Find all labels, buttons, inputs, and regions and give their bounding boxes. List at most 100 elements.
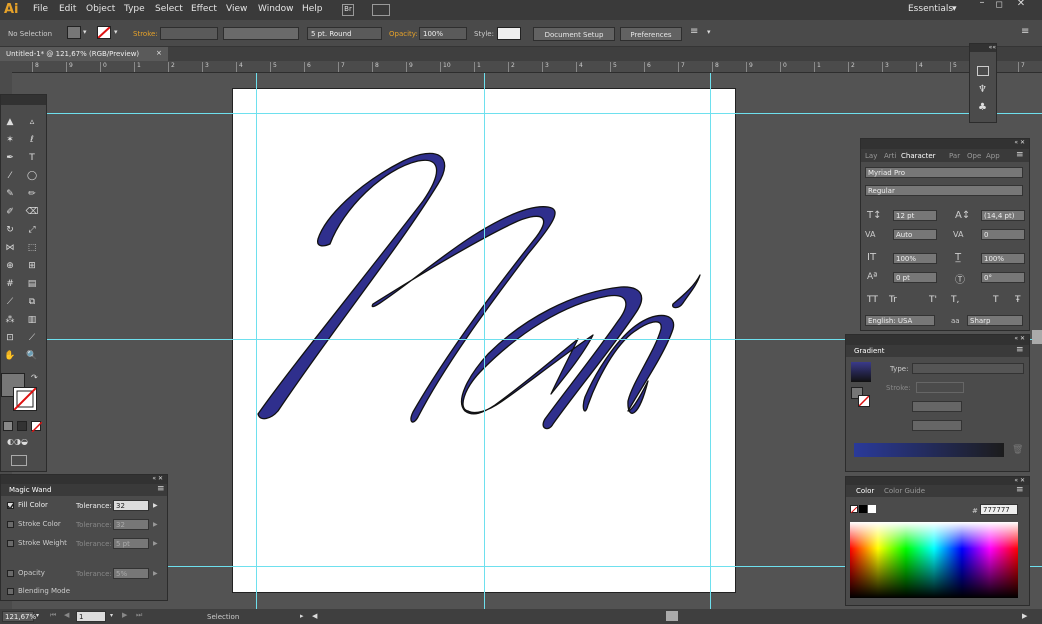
- tracking-field[interactable]: 0: [981, 229, 1025, 240]
- menu-view[interactable]: View: [226, 4, 247, 14]
- menu-select[interactable]: Select: [155, 4, 183, 14]
- tab-artboards[interactable]: Arti: [884, 152, 896, 160]
- tab-color[interactable]: Color: [856, 487, 874, 495]
- tab-gradient[interactable]: Gradient: [854, 347, 884, 355]
- gradient-type-select[interactable]: [912, 363, 1024, 374]
- stroke-color-box[interactable]: [13, 387, 37, 411]
- tab-character[interactable]: Character: [901, 152, 936, 160]
- vertical-scale-field[interactable]: 100%: [893, 253, 937, 264]
- symbols-icon[interactable]: ♆: [978, 84, 987, 95]
- zoom-chevron-icon[interactable]: ▾: [36, 612, 39, 619]
- scroll-left-icon[interactable]: ◀: [312, 612, 317, 620]
- club-symbols-icon[interactable]: ♣: [978, 102, 987, 113]
- perspective-grid-tool-icon[interactable]: ⊞: [25, 261, 39, 275]
- panel-menu-icon[interactable]: ≡: [1021, 26, 1029, 37]
- eraser-tool-icon[interactable]: ⌫: [25, 207, 39, 221]
- lasso-tool-icon[interactable]: ℓ: [25, 135, 39, 149]
- document-tab[interactable]: Untitled-1* @ 121,67% (RGB/Preview) ×: [0, 47, 168, 61]
- magic-wand-checkbox[interactable]: [7, 587, 14, 595]
- antialias-select[interactable]: Sharp: [967, 315, 1023, 326]
- menu-type[interactable]: Type: [124, 4, 145, 14]
- artboards-icon[interactable]: [977, 66, 989, 76]
- tab-opentype[interactable]: Ope: [967, 152, 981, 160]
- artboard-chevron-icon[interactable]: ▾: [110, 612, 113, 619]
- small-caps-button[interactable]: Tr: [889, 295, 897, 305]
- color-none-icon[interactable]: [850, 505, 858, 514]
- document-setup-button[interactable]: Document Setup: [533, 27, 615, 41]
- magic-wand-checkbox[interactable]: [7, 520, 14, 528]
- swap-colors-icon[interactable]: ↷: [31, 373, 38, 382]
- paintbrush-tool-icon[interactable]: ✎: [3, 189, 17, 203]
- control-menu-icon[interactable]: ▾: [707, 28, 711, 36]
- artwork-nai[interactable]: [233, 89, 737, 594]
- tab-color-guide[interactable]: Color Guide: [884, 487, 925, 495]
- tolerance-field[interactable]: 5 pt: [113, 538, 149, 549]
- pen-tool-icon[interactable]: ✒: [3, 153, 17, 167]
- opacity-label[interactable]: Opacity:: [389, 30, 418, 38]
- guide-vertical[interactable]: [256, 73, 257, 611]
- menu-help[interactable]: Help: [302, 4, 323, 14]
- menu-effect[interactable]: Effect: [191, 4, 217, 14]
- leading-field[interactable]: (14,4 pt): [981, 210, 1025, 221]
- gradient-stroke-box[interactable]: [858, 395, 870, 407]
- guide-vertical[interactable]: [484, 73, 485, 611]
- menu-window[interactable]: Window: [258, 4, 294, 14]
- tolerance-field[interactable]: 32: [113, 519, 149, 530]
- fill-chevron-icon[interactable]: ▾: [83, 28, 87, 36]
- guide-horizontal[interactable]: [12, 113, 1042, 114]
- minimize-icon[interactable]: –: [975, 0, 989, 8]
- scroll-right-icon[interactable]: ▶: [1022, 612, 1027, 620]
- none-mode-icon[interactable]: [31, 421, 43, 433]
- strikethrough-button[interactable]: Ŧ: [1015, 295, 1021, 305]
- color-white-swatch[interactable]: [868, 505, 876, 513]
- color-menu-icon[interactable]: ≡: [1016, 485, 1024, 495]
- magic-wand-topbar[interactable]: « ✕: [1, 475, 167, 484]
- hand-tool-icon[interactable]: ✋: [3, 351, 17, 365]
- gradient-mode-icon[interactable]: [17, 421, 27, 431]
- tab-paragraph[interactable]: Par: [949, 152, 960, 160]
- tools-panel-header[interactable]: [1, 95, 46, 105]
- pencil-tool-icon[interactable]: ✏: [25, 189, 39, 203]
- horizontal-ruler[interactable]: 8901234567891012345678901234567: [12, 61, 1042, 73]
- font-style-select[interactable]: Regular: [865, 185, 1023, 196]
- tolerance-slider-icon[interactable]: ▶: [153, 570, 158, 577]
- tab-magic-wand[interactable]: Magic Wand: [9, 486, 51, 494]
- next-artboard-icon[interactable]: ▶: [122, 611, 127, 619]
- delete-stop-icon[interactable]: 🗑: [1012, 445, 1023, 455]
- mesh-tool-icon[interactable]: #: [3, 279, 17, 293]
- stroke-swatch[interactable]: [97, 26, 111, 39]
- gradient-menu-icon[interactable]: ≡: [1016, 345, 1024, 355]
- tab-appearance[interactable]: App: [986, 152, 1000, 160]
- symbol-sprayer-tool-icon[interactable]: ⁂: [3, 315, 17, 329]
- opacity-field[interactable]: 100%: [419, 27, 467, 40]
- collapsed-panels-header[interactable]: ««: [970, 44, 996, 52]
- hex-field[interactable]: 777777: [980, 504, 1018, 515]
- stroke-weight-field[interactable]: [160, 27, 218, 40]
- first-artboard-icon[interactable]: ⏮: [50, 611, 56, 620]
- menu-file[interactable]: File: [33, 4, 48, 14]
- superscript-button[interactable]: T': [929, 295, 937, 305]
- shape-builder-tool-icon[interactable]: ⊕: [3, 261, 17, 275]
- rotate-tool-icon[interactable]: ↻: [3, 225, 17, 239]
- character-rotation-field[interactable]: 0°: [981, 272, 1025, 283]
- zoom-tool-icon[interactable]: 🔍: [25, 351, 39, 365]
- last-artboard-icon[interactable]: ⏭: [136, 611, 142, 620]
- all-caps-button[interactable]: TT: [867, 295, 878, 305]
- status-menu-icon[interactable]: ▸: [300, 612, 304, 620]
- blend-tool-icon[interactable]: ⧉: [25, 297, 39, 311]
- artboard-number-field[interactable]: 1: [76, 611, 106, 622]
- close-tab-icon[interactable]: ×: [156, 49, 162, 57]
- tolerance-field[interactable]: 32: [113, 500, 149, 511]
- character-menu-icon[interactable]: ≡: [1016, 150, 1024, 160]
- bridge-icon[interactable]: Br: [342, 4, 354, 16]
- horizontal-scale-field[interactable]: 100%: [981, 253, 1025, 264]
- eyedropper-tool-icon[interactable]: ⟋: [3, 297, 17, 311]
- character-panel-topbar[interactable]: « ✕: [861, 139, 1029, 149]
- variable-width-profile[interactable]: [223, 27, 299, 40]
- menu-object[interactable]: Object: [86, 4, 115, 14]
- magic-wand-tool-icon[interactable]: ✶: [3, 135, 17, 149]
- gradient-stroke-options[interactable]: [916, 382, 964, 393]
- font-family-select[interactable]: Myriad Pro: [865, 167, 1023, 178]
- screen-mode-icon[interactable]: [11, 455, 27, 466]
- scale-tool-icon[interactable]: ⤢: [25, 225, 39, 239]
